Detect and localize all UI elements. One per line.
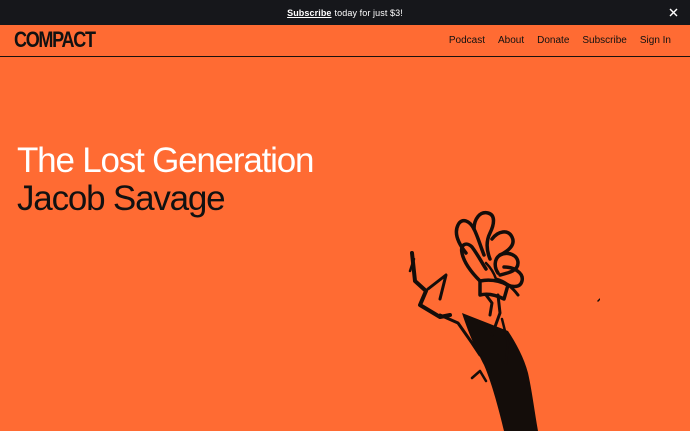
article-author[interactable]: Jacob Savage	[17, 180, 226, 218]
close-icon[interactable]	[667, 6, 680, 19]
nav-subscribe[interactable]: Subscribe	[582, 35, 626, 46]
promo-subscribe-link[interactable]: Subscribe	[287, 8, 331, 18]
site-logo[interactable]: COMPACT	[14, 29, 96, 51]
article-title[interactable]: The Lost Generation	[17, 142, 314, 180]
nav-podcast[interactable]: Podcast	[449, 35, 485, 46]
site-header: COMPACT Podcast About Donate Subscribe S…	[0, 25, 690, 57]
nav-donate[interactable]: Donate	[537, 35, 569, 46]
hero: The Lost Generation Jacob Savage	[0, 58, 690, 431]
promo-text: today for just $3!	[334, 7, 403, 18]
nav-about[interactable]: About	[498, 35, 524, 46]
promo-banner: Subscribe today for just $3!	[0, 0, 690, 25]
raised-hand-illustration	[408, 210, 600, 431]
nav-sign-in[interactable]: Sign In	[640, 35, 671, 46]
main-nav: Podcast About Donate Subscribe Sign In	[436, 25, 671, 56]
